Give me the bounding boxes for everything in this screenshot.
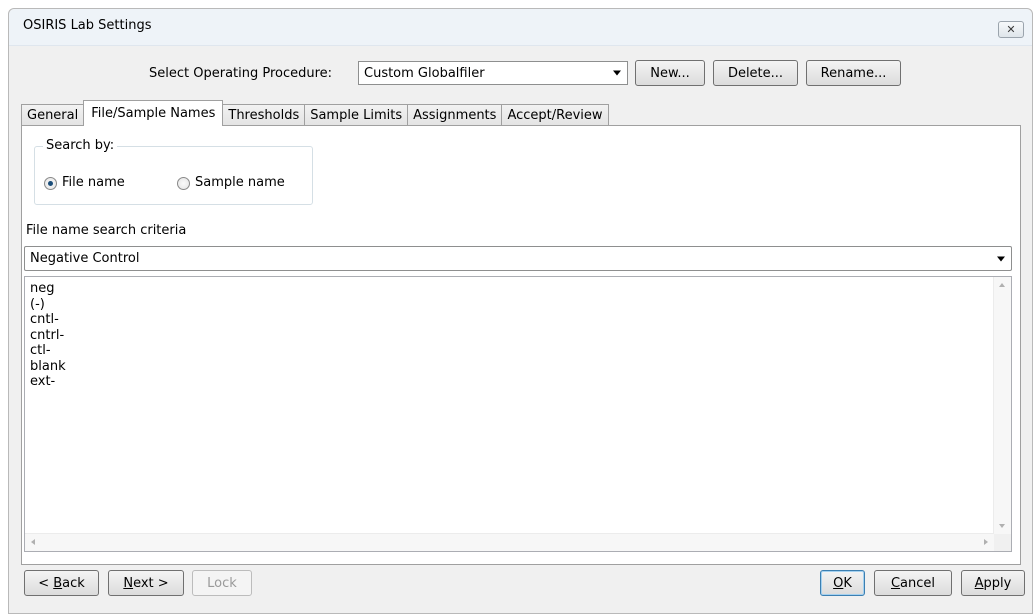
tab-label: File/Sample Names xyxy=(91,106,216,121)
apply-mnemonic: A xyxy=(974,575,984,591)
back-button[interactable]: < Back xyxy=(24,570,99,596)
next-mnemonic: N xyxy=(123,575,134,591)
tab-assignments[interactable]: Assignments xyxy=(407,104,503,126)
search-term-line: (-) xyxy=(30,296,45,312)
settings-tabs: General File/Sample Names Thresholds Sam… xyxy=(21,100,609,126)
tab-thresholds[interactable]: Thresholds xyxy=(222,104,306,126)
delete-button-label: Delete... xyxy=(727,65,784,81)
criteria-label: File name search criteria xyxy=(26,223,187,238)
close-icon: ✕ xyxy=(1006,23,1016,36)
lab-settings-dialog: OSIRIS Lab Settings ✕ Select Operating P… xyxy=(8,8,1033,614)
chevron-down-icon xyxy=(997,256,1005,261)
new-button[interactable]: New... xyxy=(635,60,705,86)
lock-button-label: Lock xyxy=(207,575,237,591)
search-term-line: cntrl- xyxy=(30,327,65,343)
procedure-value: Custom Globalfiler xyxy=(364,65,485,81)
tab-file-sample-names[interactable]: File/Sample Names xyxy=(83,100,224,126)
tab-general[interactable]: General xyxy=(21,104,85,126)
next-button-label: Next > xyxy=(123,576,168,591)
chevron-down-icon xyxy=(613,70,621,76)
new-button-label: New... xyxy=(650,65,690,81)
scroll-up-icon[interactable] xyxy=(999,283,1005,287)
tab-label: Assignments xyxy=(413,108,497,123)
select-procedure-label: Select Operating Procedure: xyxy=(149,66,333,81)
file-sample-names-panel: Search by: File name Sample name File na… xyxy=(21,125,1021,565)
back-mnemonic: B xyxy=(53,575,63,591)
criteria-value: Negative Control xyxy=(30,251,140,266)
close-button[interactable]: ✕ xyxy=(998,21,1024,38)
sample-name-radio[interactable] xyxy=(177,177,190,190)
window-title: OSIRIS Lab Settings xyxy=(23,18,152,33)
criteria-dropdown[interactable]: Negative Control xyxy=(24,246,1012,271)
next-rest: ext > xyxy=(133,575,169,591)
ok-button[interactable]: OK xyxy=(820,570,865,596)
tab-label: Thresholds xyxy=(228,108,300,123)
search-terms-list: neg (-) cntl-cntrl-ctl-blank ext- xyxy=(30,281,66,390)
search-by-group: Search by: File name Sample name xyxy=(34,138,313,205)
scroll-down-icon[interactable] xyxy=(999,524,1005,528)
next-button[interactable]: Next > xyxy=(108,570,184,596)
search-term-line: neg xyxy=(30,281,55,296)
cancel-mnemonic: C xyxy=(890,575,901,591)
scrollbar-corner xyxy=(994,534,1011,551)
apply-rest: pply xyxy=(983,575,1012,591)
tab-accept-review[interactable]: Accept/Review xyxy=(501,104,609,126)
tab-sample-limits[interactable]: Sample Limits xyxy=(304,104,409,126)
tab-label: Accept/Review xyxy=(507,108,603,123)
rename-button[interactable]: Rename... xyxy=(806,60,901,86)
search-term-line: blank xyxy=(30,358,66,374)
file-name-radio[interactable] xyxy=(44,177,57,190)
ok-rest: K xyxy=(843,575,852,591)
ok-button-label: OK xyxy=(833,576,852,591)
procedure-dropdown[interactable]: Custom Globalfiler xyxy=(358,61,628,85)
back-prefix: < xyxy=(38,575,54,591)
scroll-left-icon[interactable] xyxy=(31,539,35,545)
cancel-rest: ancel xyxy=(900,575,936,591)
delete-button[interactable]: Delete... xyxy=(713,60,798,86)
sample-name-radio-label[interactable]: Sample name xyxy=(195,175,285,190)
file-name-radio-label[interactable]: File name xyxy=(62,175,125,190)
scroll-right-icon[interactable] xyxy=(984,539,988,545)
search-terms-textarea[interactable]: neg (-) cntl-cntrl-ctl-blank ext- xyxy=(24,276,1012,552)
tab-label: General xyxy=(27,108,79,123)
rename-button-label: Rename... xyxy=(820,65,887,81)
lock-button[interactable]: Lock xyxy=(192,570,252,596)
title-bar: OSIRIS Lab Settings ✕ xyxy=(9,9,1032,46)
apply-button[interactable]: Apply xyxy=(961,570,1025,596)
back-rest: ack xyxy=(62,575,85,591)
search-term-line: cntl- xyxy=(30,312,59,327)
horizontal-scrollbar[interactable] xyxy=(25,533,994,551)
back-button-label: < Back xyxy=(38,576,85,591)
apply-button-label: Apply xyxy=(975,576,1012,591)
cancel-button-label: Cancel xyxy=(891,576,935,591)
search-by-title: Search by: xyxy=(43,138,118,153)
search-term-line: ext- xyxy=(30,374,56,389)
cancel-button[interactable]: Cancel xyxy=(874,570,952,596)
vertical-scrollbar[interactable] xyxy=(993,277,1011,534)
ok-mnemonic: O xyxy=(833,575,844,591)
search-term-line: ctl- xyxy=(30,343,51,358)
tab-label: Sample Limits xyxy=(310,108,403,123)
